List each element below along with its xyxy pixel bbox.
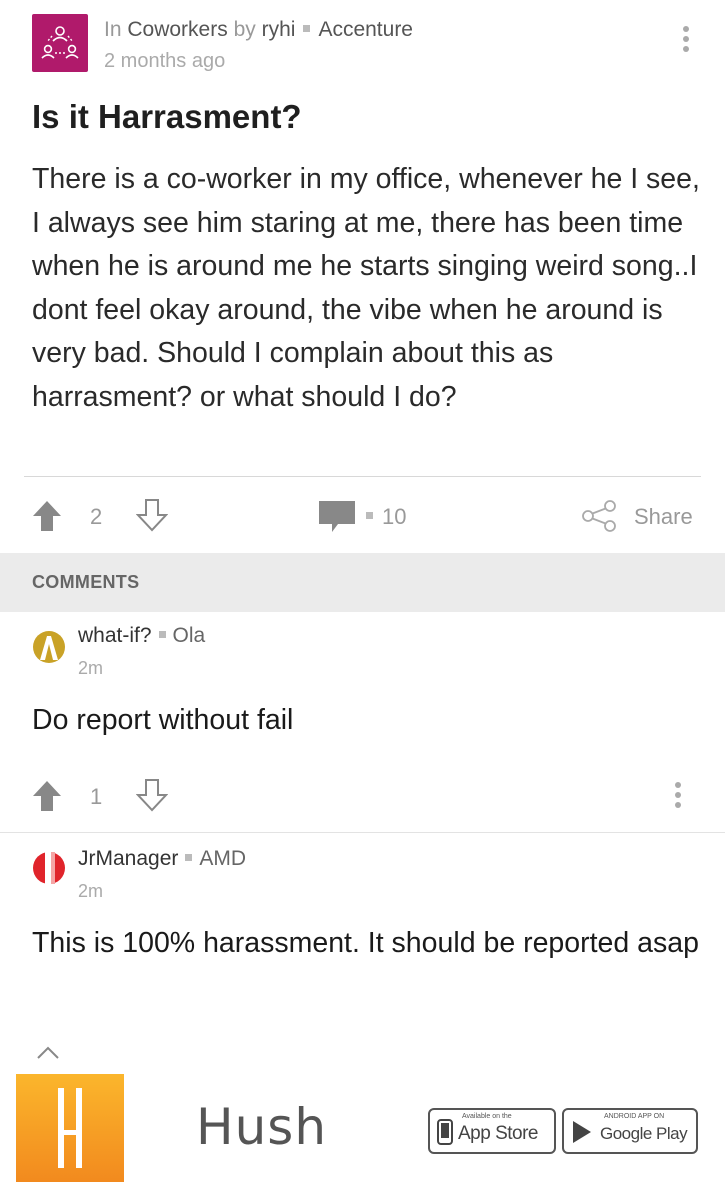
comment-author-name[interactable]: JrManager	[78, 847, 178, 870]
post-actions: 2 10 Share	[0, 498, 725, 548]
hush-logo	[16, 1074, 124, 1182]
comment-author-name[interactable]: what-if?	[78, 624, 152, 647]
upvote-arrow-icon[interactable]	[36, 1045, 60, 1059]
comment-item: what-if? Ola 2m Do report without fail 1	[0, 612, 725, 834]
upvote-arrow-icon[interactable]	[32, 500, 62, 532]
channel-icon[interactable]	[32, 14, 88, 72]
downvote-arrow-icon[interactable]	[136, 778, 168, 812]
upvote-count: 1	[90, 784, 103, 809]
comment-item: JrManager AMD 2m This is 100% harassment.…	[0, 835, 725, 1062]
post-time: 2 months ago	[104, 50, 226, 72]
comment-time: 2m	[78, 881, 104, 901]
people-network-icon	[41, 26, 79, 59]
meta-separator	[185, 853, 193, 861]
comment-author-company: Ola	[172, 624, 206, 647]
comment-separator	[366, 512, 373, 519]
post-company: Accenture	[318, 18, 413, 41]
post-body: There is a co-worker in my office, whene…	[32, 163, 700, 413]
comment-author: JrManager AMD	[78, 847, 246, 871]
comment-time: 2m	[78, 658, 104, 678]
share-icon[interactable]	[582, 500, 618, 532]
post-author[interactable]: ryhi	[262, 18, 296, 41]
divider	[0, 832, 725, 833]
meta-in: In	[104, 18, 122, 41]
share-button[interactable]: Share	[634, 504, 693, 530]
googleplay-big-text: Google Play	[600, 1124, 688, 1143]
comment-bubble-icon[interactable]	[318, 500, 356, 534]
post-meta: In Coworkers by ryhi Accenture	[104, 18, 413, 42]
post-title: Is it Harrasment?	[32, 98, 302, 135]
upvote-arrow-icon[interactable]	[32, 780, 62, 812]
upvote-count: 2	[90, 504, 103, 529]
channel-link[interactable]: Coworkers	[127, 18, 227, 41]
comments-section-header: COMMENTS	[0, 553, 725, 612]
google-play-badge[interactable]: ANDROID APP ON Google Play	[562, 1108, 698, 1154]
downvote-arrow-icon[interactable]	[136, 498, 168, 532]
brand-name: Hush	[196, 1098, 328, 1156]
comment-count: 10	[382, 504, 407, 529]
divider	[24, 476, 701, 477]
appstore-small-text: Available on the	[462, 1113, 512, 1120]
post-header: In Coworkers by ryhi Accenture 2 months a…	[32, 14, 701, 76]
google-play-icon	[573, 1121, 591, 1143]
app-store-badge[interactable]: Available on the App Store	[428, 1108, 556, 1154]
avatar[interactable]	[32, 851, 66, 885]
comment-author-company: AMD	[199, 847, 247, 870]
more-vertical-icon[interactable]	[675, 782, 681, 812]
meta-separator	[158, 630, 166, 638]
comment-author: what-if? Ola	[78, 624, 205, 648]
comment-text: Do report without fail	[32, 704, 294, 736]
apple-icon	[437, 1119, 453, 1145]
appstore-big-text: App Store	[458, 1123, 539, 1144]
googleplay-small-text: ANDROID APP ON	[604, 1113, 665, 1120]
avatar[interactable]	[32, 630, 66, 664]
meta-separator	[303, 24, 311, 32]
comment-text: This is 100% harassment. It should be re…	[32, 927, 699, 959]
comments-header-label: COMMENTS	[32, 572, 140, 592]
more-vertical-icon[interactable]	[683, 26, 689, 56]
meta-by: by	[233, 18, 256, 41]
app-promo-footer: Hush Available on the App Store ANDROID …	[0, 1062, 725, 1200]
